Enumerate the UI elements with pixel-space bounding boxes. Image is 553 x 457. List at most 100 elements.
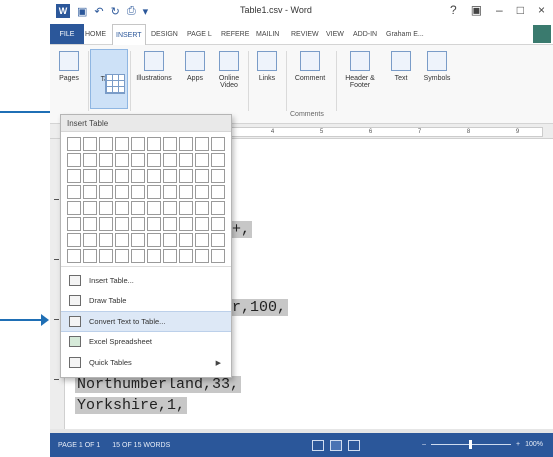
header-footer-button[interactable]: Header & Footer	[338, 49, 382, 107]
table-grid-cell[interactable]	[83, 185, 97, 199]
table-grid-cell[interactable]	[147, 169, 161, 183]
zoom-out-icon[interactable]: –	[422, 441, 426, 448]
table-grid-cell[interactable]	[211, 233, 225, 247]
tab-references[interactable]: REFERE	[218, 24, 252, 44]
print-layout-icon[interactable]	[330, 440, 342, 451]
table-grid-cell[interactable]	[163, 201, 177, 215]
minimize-icon[interactable]: –	[496, 3, 503, 17]
quick-tables-item[interactable]: Quick Tables ▶	[61, 353, 231, 372]
table-grid-cell[interactable]	[115, 217, 129, 231]
table-grid-cell[interactable]	[115, 185, 129, 199]
table-grid-cell[interactable]	[83, 249, 97, 263]
table-grid-cell[interactable]	[179, 217, 193, 231]
tab-insert[interactable]: INSERT	[112, 24, 146, 46]
table-grid-cell[interactable]	[195, 153, 209, 167]
table-grid-cell[interactable]	[195, 233, 209, 247]
table-grid-cell[interactable]	[115, 249, 129, 263]
table-grid-cell[interactable]	[83, 201, 97, 215]
table-grid-cell[interactable]	[67, 185, 81, 199]
text-button[interactable]: Text	[384, 49, 418, 107]
table-grid-cell[interactable]	[195, 217, 209, 231]
table-grid-cell[interactable]	[179, 153, 193, 167]
table-grid-cell[interactable]	[115, 137, 129, 151]
table-grid-cell[interactable]	[83, 137, 97, 151]
table-grid-cell[interactable]	[131, 185, 145, 199]
tab-page-layout[interactable]: PAGE L	[184, 24, 215, 44]
table-grid-cell[interactable]	[195, 185, 209, 199]
links-button[interactable]: Links	[250, 49, 284, 107]
insert-table-item[interactable]: Insert Table...	[61, 271, 231, 290]
table-grid-cell[interactable]	[67, 217, 81, 231]
table-grid-cell[interactable]	[211, 153, 225, 167]
read-mode-icon[interactable]	[312, 440, 324, 451]
table-grid-cell[interactable]	[99, 249, 113, 263]
table-grid-cell[interactable]	[163, 233, 177, 247]
table-grid-cell[interactable]	[99, 137, 113, 151]
table-grid-cell[interactable]	[99, 153, 113, 167]
table-grid-cell[interactable]	[99, 233, 113, 247]
tab-add-ins[interactable]: ADD-IN	[350, 24, 380, 44]
table-grid-cell[interactable]	[131, 249, 145, 263]
redo-icon[interactable]: ↻	[111, 5, 120, 18]
table-grid-cell[interactable]	[163, 185, 177, 199]
table-grid-cell[interactable]	[195, 137, 209, 151]
table-grid-cell[interactable]	[67, 169, 81, 183]
page-count[interactable]: PAGE 1 OF 1	[58, 442, 100, 449]
table-grid-cell[interactable]	[83, 169, 97, 183]
table-grid-cell[interactable]	[99, 185, 113, 199]
table-grid-cell[interactable]	[195, 169, 209, 183]
table-grid-cell[interactable]	[115, 169, 129, 183]
table-grid-cell[interactable]	[115, 201, 129, 215]
close-icon[interactable]: ×	[538, 3, 545, 17]
table-grid-cell[interactable]	[211, 137, 225, 151]
document-line[interactable]: Northumberland,33,	[75, 376, 242, 393]
tab-mailings[interactable]: MAILIN	[253, 24, 282, 44]
table-grid-cell[interactable]	[115, 233, 129, 247]
table-grid-cell[interactable]	[147, 201, 161, 215]
table-grid-cell[interactable]	[147, 233, 161, 247]
symbols-button[interactable]: Symbols	[418, 49, 456, 107]
table-grid-cell[interactable]	[67, 137, 81, 151]
print-preview-icon[interactable]: ⎙	[127, 5, 136, 18]
table-grid-cell[interactable]	[211, 185, 225, 199]
table-grid-cell[interactable]	[163, 137, 177, 151]
zoom-slider[interactable]	[431, 440, 511, 449]
table-grid-cell[interactable]	[163, 249, 177, 263]
draw-table-item[interactable]: Draw Table	[61, 291, 231, 310]
illustrations-button[interactable]: Illustrations	[132, 49, 176, 107]
table-grid-cell[interactable]	[131, 217, 145, 231]
table-grid-cell[interactable]	[147, 249, 161, 263]
table-grid-cell[interactable]	[131, 169, 145, 183]
zoom-in-icon[interactable]: +	[516, 441, 520, 448]
tab-design[interactable]: DESIGN	[148, 24, 181, 44]
table-grid-cell[interactable]	[195, 201, 209, 215]
comment-button[interactable]: Comment	[288, 49, 332, 107]
table-grid-cell[interactable]	[211, 169, 225, 183]
table-grid-cell[interactable]	[179, 233, 193, 247]
table-grid-cell[interactable]	[131, 201, 145, 215]
table-grid-cell[interactable]	[195, 249, 209, 263]
table-grid-cell[interactable]	[99, 169, 113, 183]
table-grid-cell[interactable]	[147, 185, 161, 199]
table-grid-cell[interactable]	[179, 169, 193, 183]
avatar[interactable]	[533, 25, 551, 43]
table-grid-cell[interactable]	[163, 153, 177, 167]
table-grid-cell[interactable]	[83, 153, 97, 167]
table-grid-cell[interactable]	[131, 137, 145, 151]
undo-icon[interactable]: ↶	[94, 5, 103, 18]
online-video-button[interactable]: Online Video	[212, 49, 246, 107]
word-icon[interactable]: W	[56, 4, 70, 18]
table-grid-cell[interactable]	[83, 233, 97, 247]
word-count[interactable]: 15 OF 15 WORDS	[112, 442, 170, 449]
table-grid-cell[interactable]	[67, 201, 81, 215]
table-grid-cell[interactable]	[99, 201, 113, 215]
table-grid-cell[interactable]	[67, 249, 81, 263]
zoom-level[interactable]: 100%	[525, 441, 543, 448]
table-grid-cell[interactable]	[179, 249, 193, 263]
table-grid-cell[interactable]	[83, 217, 97, 231]
table-grid-cell[interactable]	[147, 217, 161, 231]
tab-home[interactable]: HOME	[82, 24, 109, 44]
table-grid-cell[interactable]	[147, 137, 161, 151]
table-grid-cell[interactable]	[179, 201, 193, 215]
tab-review[interactable]: REVIEW	[288, 24, 322, 44]
